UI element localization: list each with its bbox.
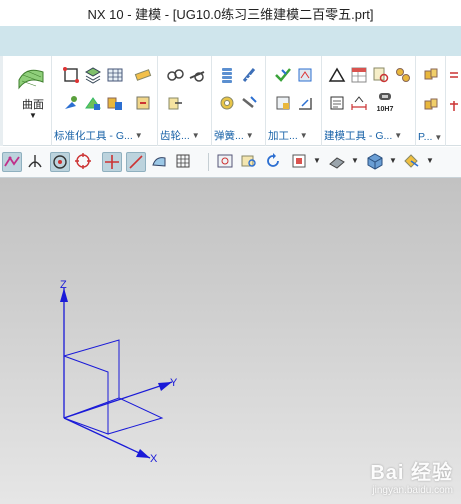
tolerance-icon — [379, 93, 391, 100]
ribbon-group-p: P... ▼ — [416, 56, 446, 146]
snap-quadrant-icon — [75, 153, 91, 169]
ribbon: 曲面 ▼ 标准化工具 - G... ▼ 齿轮... ▼ 弹簧... ▼ 加工..… — [0, 56, 461, 146]
zoom-region-button[interactable] — [240, 152, 260, 172]
snap-line-icon — [129, 155, 143, 169]
tool-box-icon[interactable] — [134, 94, 152, 112]
ribbon-group-gear: 齿轮... ▼ — [158, 56, 212, 146]
surface-icon[interactable] — [16, 62, 46, 90]
spreadsheet-icon[interactable] — [350, 66, 368, 84]
bolts-icon[interactable] — [394, 66, 412, 84]
surface-button-label[interactable]: 曲面 — [22, 96, 44, 112]
view-orient-button[interactable] — [290, 152, 310, 172]
tool-gold-icon[interactable] — [106, 94, 124, 112]
chevron-down-icon[interactable]: ▼ — [351, 156, 359, 165]
selection-toolbar: ▼ ▼ ▼ ▼ — [0, 147, 461, 178]
toolbar-separator — [208, 153, 209, 171]
ribbon-overflow[interactable] — [448, 68, 461, 128]
parts-stack-icon[interactable] — [422, 94, 440, 112]
ribbon-group-spring: 弹簧... ▼ — [212, 56, 266, 146]
ribbon-group-surface: 曲面 ▼ — [0, 56, 52, 146]
overflow-icon-2 — [450, 101, 458, 111]
grid-icon — [176, 154, 190, 168]
rotate-icon — [267, 153, 279, 167]
ribbon-group-machining: 加工... ▼ — [266, 56, 322, 146]
snap-curve-icon — [4, 156, 20, 167]
tolerance-label: 10H7 — [376, 106, 394, 113]
snap-face-button[interactable] — [150, 152, 170, 172]
cube-icon — [367, 153, 383, 170]
spring-coil-icon[interactable] — [240, 66, 258, 84]
ribbon-group-label[interactable]: 齿轮... ▼ — [160, 128, 209, 143]
snap-quadrant-button[interactable] — [74, 152, 94, 172]
chevron-down-icon[interactable]: ▼ — [313, 156, 321, 165]
snap-center-button[interactable] — [50, 152, 70, 172]
parts-icon[interactable] — [422, 66, 440, 84]
spring-stack-icon[interactable] — [218, 66, 236, 84]
ribbon-group-label[interactable]: 弹簧... ▼ — [214, 128, 263, 143]
render-style-button[interactable] — [328, 152, 348, 172]
snap-line-button[interactable] — [126, 152, 146, 172]
ribbon-left-edge — [0, 56, 3, 146]
snap-curve-button[interactable] — [2, 152, 22, 172]
ruler-icon[interactable] — [134, 66, 152, 84]
triangle-icon[interactable] — [328, 66, 346, 84]
window-title: NX 10 - 建模 - [UG10.0练习三维建模二百零五.prt] — [87, 6, 374, 22]
watermark: Bai 经验 jingyan.baidu.com — [370, 456, 453, 496]
x-axis-label: X — [150, 453, 158, 465]
check-mark-icon[interactable] — [274, 66, 292, 84]
rotate-view-button[interactable] — [264, 152, 284, 172]
table-icon[interactable] — [106, 66, 124, 84]
snap-intersection-icon — [105, 155, 119, 169]
machining-angle-icon[interactable] — [296, 94, 314, 112]
ribbon-group-label[interactable]: 标准化工具 - G... ▼ — [54, 128, 155, 143]
document-icon[interactable] — [328, 94, 346, 112]
fit-view-icon — [217, 154, 233, 168]
window-title-bar: NX 10 - 建模 - [UG10.0练习三维建模二百零五.prt] — [0, 0, 461, 26]
shaded-cube-button[interactable] — [366, 152, 386, 172]
watermark-url: jingyan.baidu.com — [372, 485, 453, 496]
ribbon-group-modeling-tools: 10H7 建模工具 - G... ▼ — [322, 56, 416, 146]
gear-sheet-icon[interactable] — [166, 94, 184, 112]
ribbon-group-label[interactable]: 加工... ▼ — [268, 128, 319, 143]
fit-view-button[interactable] — [216, 152, 236, 172]
snap-grid-button[interactable] — [174, 152, 194, 172]
overflow-icon — [450, 72, 458, 78]
ribbon-group-label[interactable]: P... ▼ — [418, 131, 443, 143]
chevron-down-icon[interactable]: ▼ — [29, 111, 37, 120]
y-axis-label: Y — [170, 377, 178, 389]
ribbon-group-label[interactable]: 建模工具 - G... ▼ — [324, 128, 413, 143]
gear-pair-icon[interactable] — [166, 66, 184, 84]
magnifier-sheet-icon[interactable] — [372, 66, 390, 84]
layers-icon[interactable] — [84, 66, 102, 84]
watermark-brand: Bai 经验 — [370, 462, 453, 484]
face-icon — [152, 157, 166, 167]
machining-block-icon[interactable] — [296, 66, 314, 84]
z-axis-label: Z — [60, 279, 67, 291]
sketch-points-icon[interactable] — [62, 66, 80, 84]
tolerance-10h7-button[interactable]: 10H7 — [372, 92, 398, 116]
edge-display-icon — [404, 154, 419, 168]
snap-intersection-button[interactable] — [102, 152, 122, 172]
spring-wrench-icon[interactable] — [240, 94, 258, 112]
chevron-down-icon[interactable]: ▼ — [426, 156, 434, 165]
render-style-icon — [329, 157, 345, 169]
edge-display-button[interactable] — [402, 152, 422, 172]
snap-tangent-button[interactable] — [26, 152, 46, 172]
tool-green-icon[interactable] — [84, 94, 102, 112]
chevron-down-icon[interactable]: ▼ — [389, 156, 397, 165]
machining-grid-icon[interactable] — [274, 94, 292, 112]
view-orient-icon — [292, 154, 306, 168]
tool-blue-icon[interactable] — [62, 94, 80, 112]
ribbon-tab-band — [0, 26, 461, 56]
snap-center-icon — [53, 155, 67, 169]
graphics-viewport[interactable]: Z Y X Bai 经验 jingyan.baidu.com — [0, 178, 461, 504]
spring-gold-icon[interactable] — [218, 94, 236, 112]
snap-tangent-icon — [28, 155, 42, 168]
zoom-region-icon — [241, 155, 256, 167]
dimension-icon[interactable] — [350, 94, 368, 112]
gear-rack-icon[interactable] — [188, 66, 206, 84]
ribbon-group-standard-tools: 标准化工具 - G... ▼ — [52, 56, 158, 146]
